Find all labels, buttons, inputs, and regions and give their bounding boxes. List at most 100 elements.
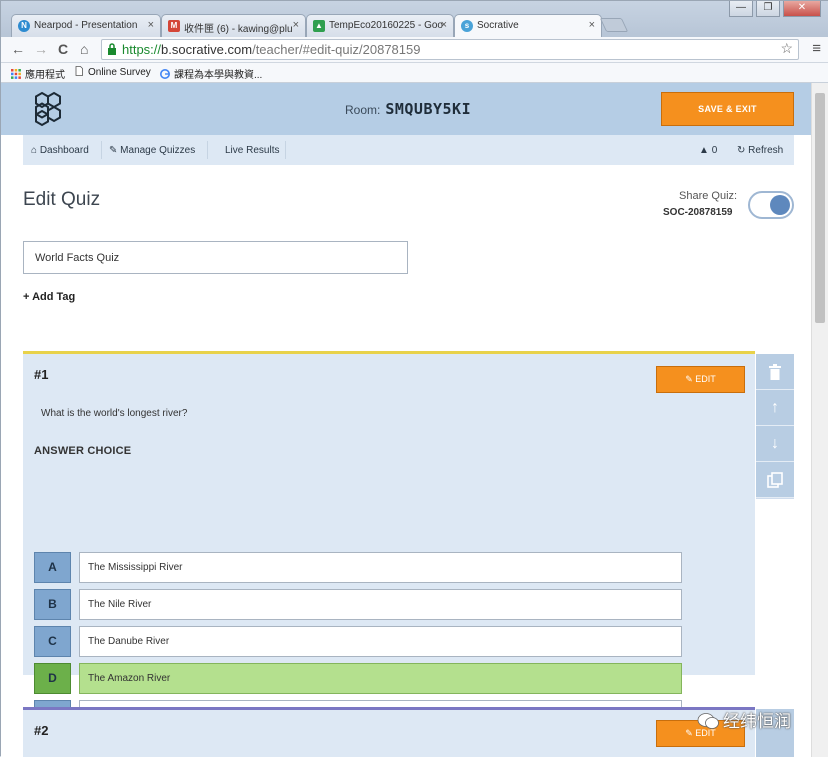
answer-choice: C The Danube River xyxy=(34,626,682,657)
page-icon xyxy=(75,66,83,76)
home-icon[interactable]: ⌂ xyxy=(80,41,88,57)
new-tab-button[interactable] xyxy=(599,18,629,32)
url-path: /teacher/#edit-quiz/20878159 xyxy=(252,42,421,57)
question-card: #1 ✎ EDIT What is the world's longest ri… xyxy=(23,351,755,731)
add-tag-link[interactable]: + Add Tag xyxy=(23,291,75,303)
answer-choice-correct: D The Amazon River xyxy=(34,663,682,694)
socrative-favicon-icon: s xyxy=(461,20,473,32)
pencil-icon: ✎ xyxy=(685,728,693,738)
url-host: b.socrative.com xyxy=(161,42,253,57)
arrow-down-icon: ↓ xyxy=(771,434,779,452)
reload-icon[interactable]: C xyxy=(58,41,68,57)
minimize-button[interactable]: — xyxy=(729,1,753,17)
nav-label: Manage Quizzes xyxy=(120,145,196,156)
refresh-button[interactable]: ↻ Refresh xyxy=(737,145,783,156)
bookmark-star-icon[interactable]: ☆ xyxy=(780,40,793,57)
choice-text[interactable]: The Mississippi River xyxy=(79,552,682,583)
refresh-icon: ↻ xyxy=(737,145,746,156)
tab-strip: N Nearpod - Presentation × M 收件匣 (6) - k… xyxy=(1,1,828,38)
nav-divider xyxy=(285,141,286,159)
save-exit-button[interactable]: SAVE & EXIT xyxy=(661,92,794,126)
room-label: Room: xyxy=(345,103,381,117)
choice-text[interactable]: The Amazon River xyxy=(79,663,682,694)
browser-toolbar: ← → C ⌂ https://b.socrative.com/teacher/… xyxy=(1,37,828,63)
tab-socrative[interactable]: s Socrative × xyxy=(454,14,602,38)
copy-question-button[interactable] xyxy=(756,462,794,498)
question-text: What is the world's longest river? xyxy=(41,408,188,419)
close-window-button[interactable]: ✕ xyxy=(783,1,821,17)
question-number: #2 xyxy=(34,723,49,738)
home-icon: ⌂ xyxy=(31,145,38,156)
menu-icon[interactable]: ≡ xyxy=(812,40,821,57)
wrench-icon: ✎ xyxy=(109,145,118,156)
choice-text[interactable]: The Nile River xyxy=(79,589,682,620)
nav-divider xyxy=(207,141,208,159)
answer-choice-heading: ANSWER CHOICE xyxy=(34,445,132,457)
teacher-nav: ⌂ Dashboard ✎ Manage Quizzes Live Result… xyxy=(23,135,794,165)
share-toggle[interactable] xyxy=(748,191,794,219)
forward-arrow-icon[interactable]: → xyxy=(34,41,48,57)
edit-label: EDIT xyxy=(695,374,716,384)
users-count-value: 0 xyxy=(711,145,718,156)
bookmark-label: 課程為本學與教資... xyxy=(174,70,263,81)
arrow-up-icon: ↑ xyxy=(771,398,779,416)
users-count: ▲ 0 xyxy=(699,145,717,156)
users-icon: ▲ xyxy=(699,145,709,156)
toggle-knob xyxy=(770,195,790,215)
tab-gmail[interactable]: M 收件匣 (6) - kawing@plu × xyxy=(161,14,306,37)
copy-icon xyxy=(767,471,783,488)
choice-text[interactable]: The Danube River xyxy=(79,626,682,657)
wechat-icon xyxy=(697,713,719,729)
bookmark-label: 應用程式 xyxy=(25,70,65,81)
watermark: 经纬恒润 xyxy=(697,707,827,735)
page-title: Edit Quiz xyxy=(23,189,101,210)
page-scrollbar[interactable] xyxy=(811,83,828,757)
nav-label: Dashboard xyxy=(39,145,89,156)
room-code: SMQUBY5KI xyxy=(385,100,472,118)
choice-letter: B xyxy=(34,589,71,620)
nearpod-favicon-icon: N xyxy=(18,20,30,32)
move-down-button[interactable]: ↓ xyxy=(756,426,794,462)
nav-dashboard[interactable]: ⌂ Dashboard xyxy=(31,145,89,156)
address-bar[interactable]: https://b.socrative.com/teacher/#edit-qu… xyxy=(101,39,799,60)
share-label: Share Quiz: xyxy=(679,190,738,202)
bookmark-curriculum[interactable]: 課程為本學與教資... xyxy=(160,66,262,81)
drive-favicon-icon: ▲ xyxy=(313,20,325,32)
url-scheme: https:// xyxy=(122,42,162,57)
nav-label: Live Results xyxy=(225,145,280,156)
tab-drive[interactable]: ▲ TempEco20160225 - Goo × xyxy=(306,14,454,37)
bookmarks-bar: 應用程式 Online Survey 課程為本學與教資... xyxy=(1,63,828,83)
bookmark-online-survey[interactable]: Online Survey xyxy=(74,66,151,78)
question-number: #1 xyxy=(34,367,49,382)
tab-close-icon[interactable]: × xyxy=(441,19,447,31)
google-icon xyxy=(160,69,170,79)
bookmark-apps[interactable]: 應用程式 xyxy=(11,66,65,81)
tab-close-icon[interactable]: × xyxy=(148,19,154,31)
bookmark-label: Online Survey xyxy=(88,67,151,78)
tab-title: TempEco20160225 - Goo xyxy=(329,20,443,31)
move-up-button[interactable]: ↑ xyxy=(756,390,794,426)
room-info: Room: SMQUBY5KI xyxy=(345,100,471,118)
tab-close-icon[interactable]: × xyxy=(589,19,595,31)
scrollbar-thumb[interactable] xyxy=(815,93,825,323)
tab-close-icon[interactable]: × xyxy=(293,19,299,31)
nav-manage-quizzes[interactable]: ✎ Manage Quizzes xyxy=(109,145,195,156)
tab-title: Nearpod - Presentation xyxy=(34,20,138,31)
window-controls: — ❐ ✕ xyxy=(729,1,821,17)
apps-grid-icon xyxy=(11,69,21,79)
app-header: Room: SMQUBY5KI SAVE & EXIT xyxy=(1,83,811,135)
question-tools: ↑ ↓ xyxy=(756,354,794,499)
edit-question-button[interactable]: ✎ EDIT xyxy=(656,366,745,393)
maximize-button[interactable]: ❐ xyxy=(756,1,780,17)
watermark-text: 经纬恒润 xyxy=(723,712,791,731)
refresh-label: Refresh xyxy=(748,145,784,156)
tab-title: 收件匣 (6) - kawing@plu xyxy=(184,24,293,35)
delete-question-button[interactable] xyxy=(756,354,794,390)
tab-nearpod[interactable]: N Nearpod - Presentation × xyxy=(11,14,161,37)
back-arrow-icon[interactable]: ← xyxy=(11,41,25,57)
tab-title: Socrative xyxy=(477,20,519,31)
quiz-name-input[interactable]: World Facts Quiz xyxy=(23,241,408,274)
choice-letter: C xyxy=(34,626,71,657)
pencil-icon: ✎ xyxy=(685,374,693,384)
nav-live-results[interactable]: Live Results xyxy=(225,145,279,156)
